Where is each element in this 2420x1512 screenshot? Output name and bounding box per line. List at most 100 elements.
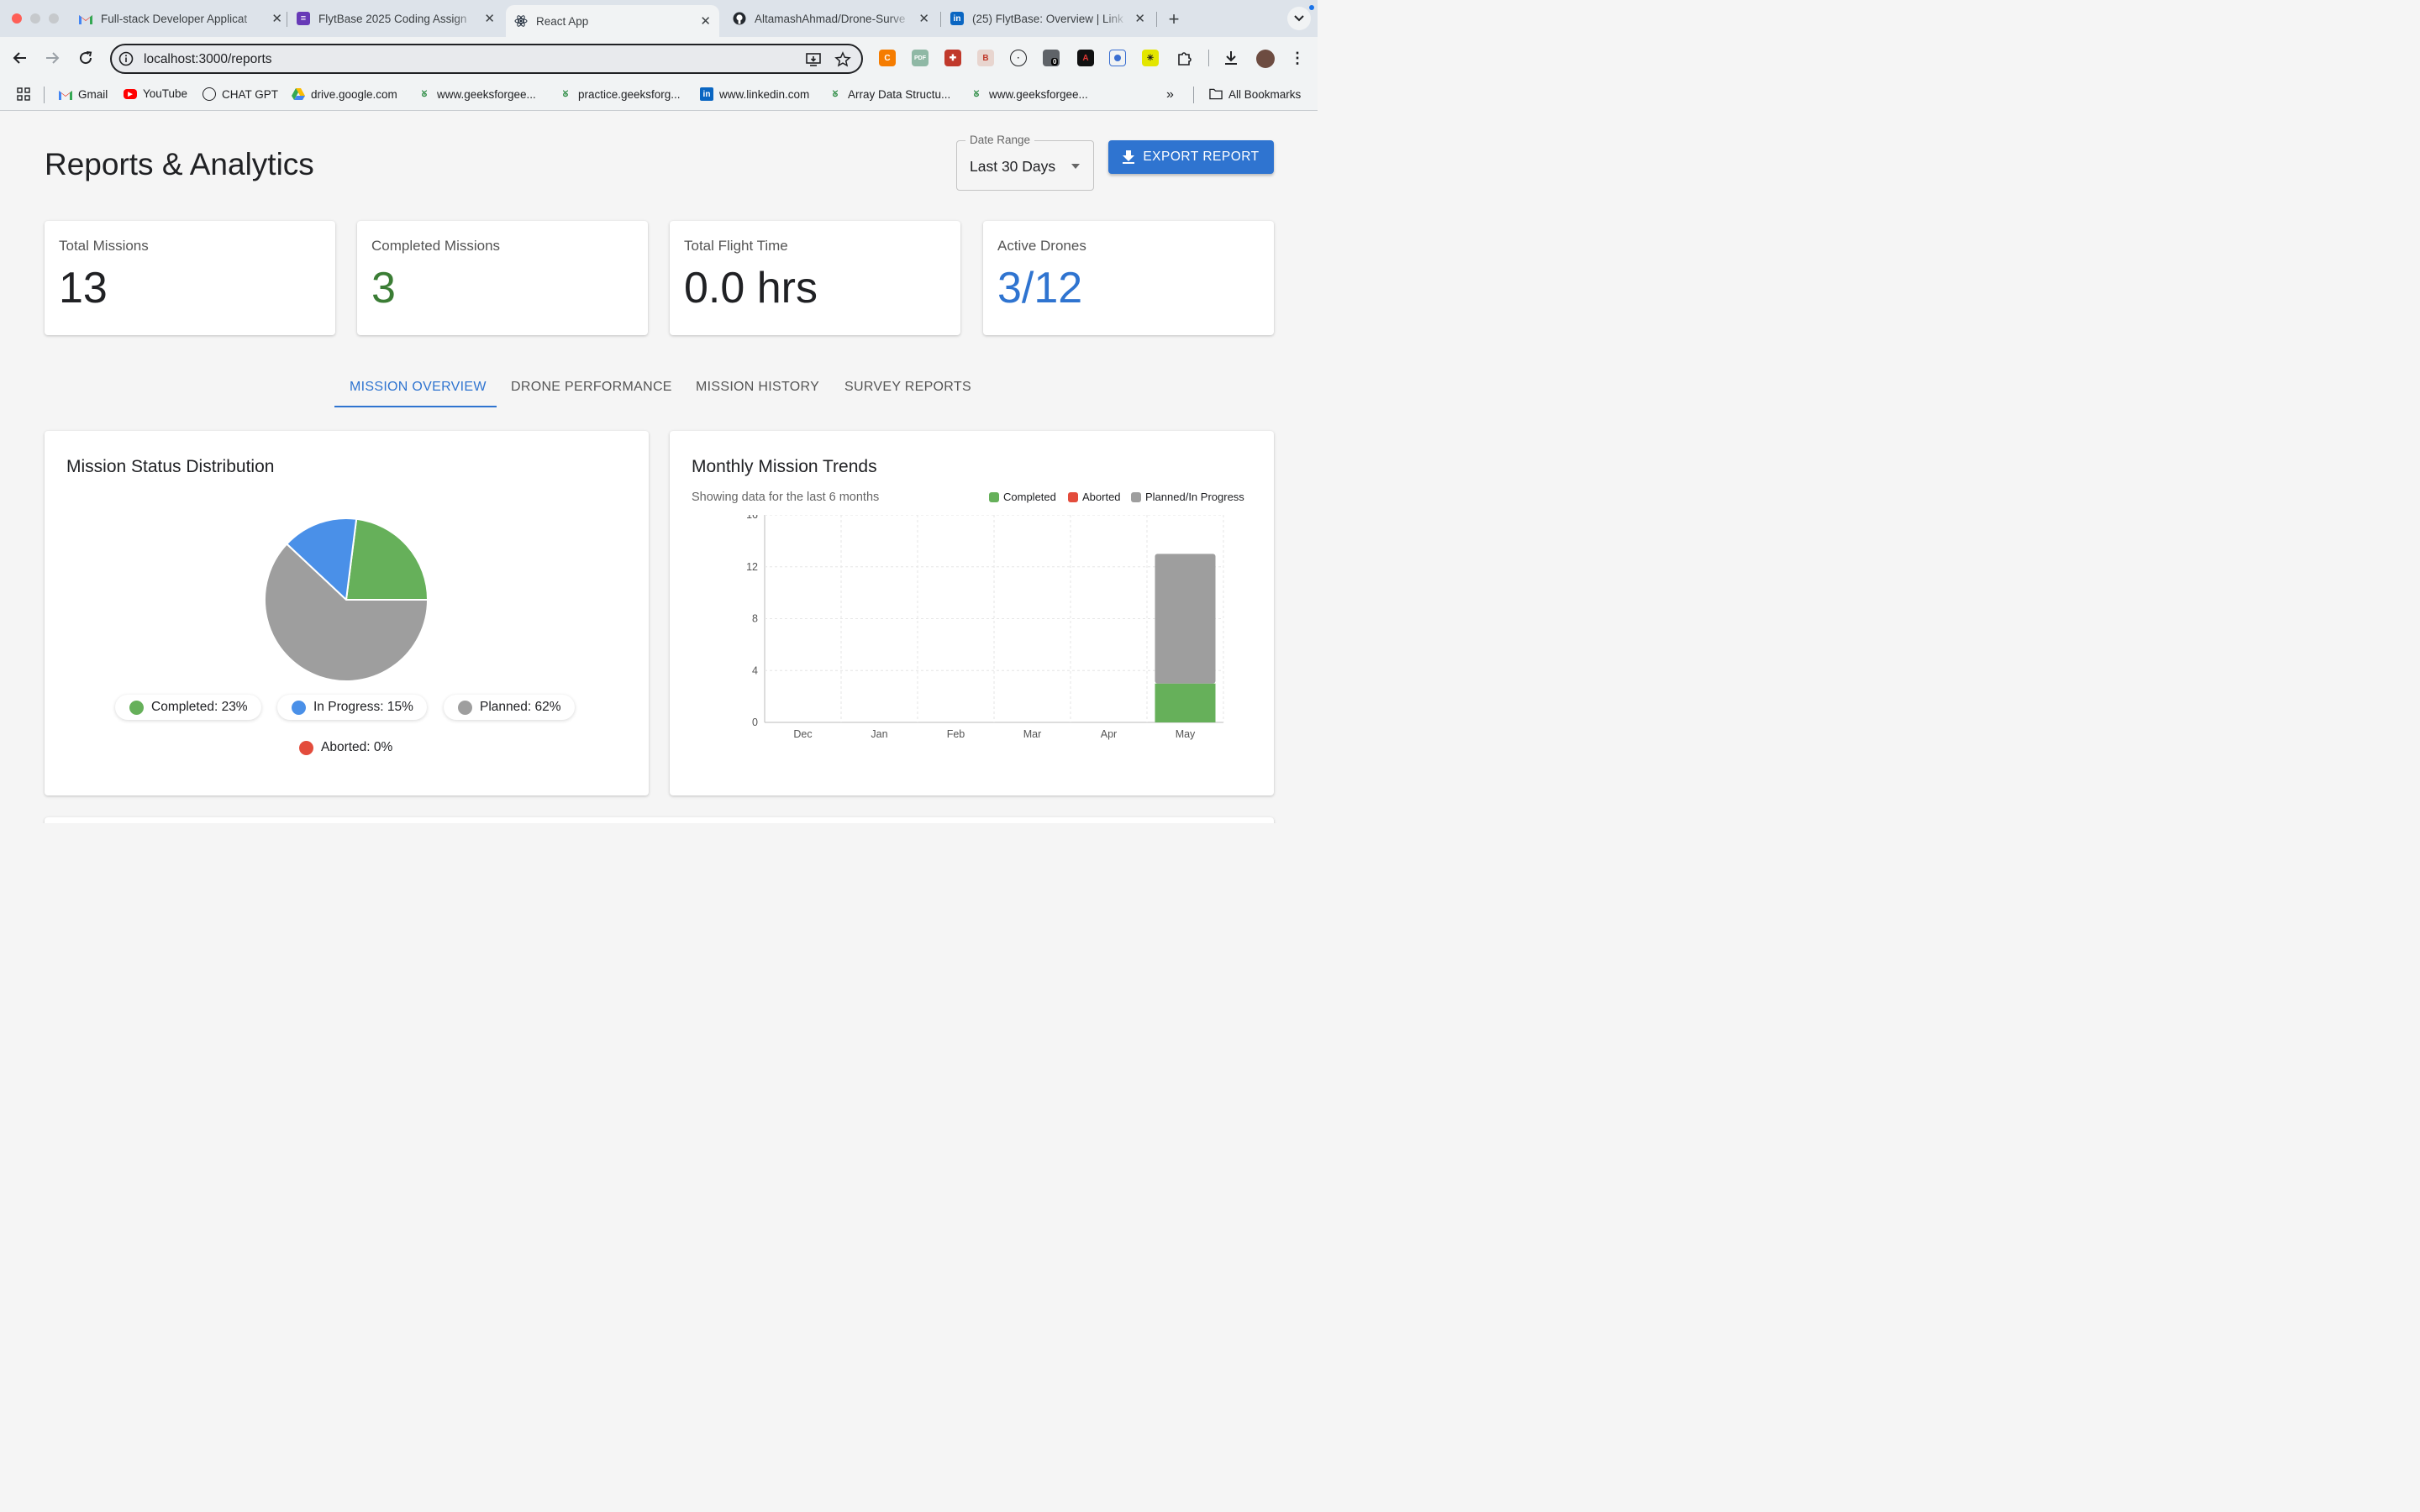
drive-icon [292,87,305,101]
browser-tab-gmail[interactable]: Full-stack Developer Applicat ✕ [71,5,291,32]
tab-mission-overview[interactable]: MISSION OVERVIEW [350,374,487,407]
page-title: Reports & Analytics [45,147,314,181]
back-button[interactable] [10,48,30,68]
stat-label: Completed Missions [371,238,501,254]
y-tick-label: 12 [746,561,758,573]
legend-item-planned: Planned/In Progress [1131,491,1244,503]
stat-label: Active Drones [997,238,1086,254]
url-text: localhost:3000/reports [144,52,272,66]
browser-toolbar: localhost:3000/reports C PDF ✚ B · 0 A ✳… [0,37,1318,79]
downloads-icon[interactable] [1223,50,1239,66]
stat-card-active-drones: Active Drones 3/12 [983,221,1274,335]
date-range-label: Date Range [965,134,1035,146]
legend-dot [458,700,472,715]
extension-asterisk-icon[interactable]: ✳ [1142,50,1159,66]
extension-adobe-icon[interactable]: A [1077,50,1094,66]
extension-b-icon[interactable]: B [977,50,994,66]
folder-icon [1209,87,1223,101]
bookmark-youtube[interactable]: ▶ YouTube [124,87,187,100]
react-icon [514,14,528,28]
tab-search-button[interactable] [1287,7,1311,30]
profile-avatar[interactable] [1256,50,1275,68]
panel-title: Monthly Mission Trends [692,457,877,476]
legend-chip-aborted: Aborted: 0% [285,735,407,760]
monthly-trends-panel: Monthly Mission Trends Showing data for … [670,431,1274,795]
x-tick-label: Feb [947,728,965,740]
gmail-icon [79,12,92,25]
browser-tab-github[interactable]: AltamashAhmad/Drone-Surve ✕ [724,5,938,32]
extension-circle-icon[interactable]: · [1010,50,1027,66]
y-tick-label: 4 [752,664,758,676]
extensions-puzzle-icon[interactable] [1176,50,1193,66]
bookmark-gmail[interactable]: Gmail [59,87,108,101]
bookmark-array-ds[interactable]: ᘜ Array Data Structu... [829,87,951,101]
export-report-button[interactable]: EXPORT REPORT [1108,140,1274,174]
extension-shield-icon[interactable]: 0 [1043,50,1060,66]
browser-tab-forms[interactable]: ≡ FlytBase 2025 Coding Assign ✕ [288,5,503,32]
linkedin-icon: in [700,87,713,101]
address-bar[interactable]: localhost:3000/reports [110,44,863,74]
legend-dot [292,700,306,715]
browser-tab-linkedin[interactable]: in (25) FlytBase: Overview | Link ✕ [942,5,1154,32]
gfg-icon: ᘜ [832,89,839,99]
x-tick-label: Dec [793,728,812,740]
bookmark-chatgpt[interactable]: CHAT GPT [203,87,278,101]
bar-completed-may [1155,683,1216,722]
new-tab-button[interactable]: + [1165,8,1183,30]
stat-value: 3/12 [997,264,1083,312]
x-tick-label: May [1176,728,1196,740]
bookmark-gfg-1[interactable]: ᘜ www.geeksforgee... [418,87,536,101]
tab-survey-reports[interactable]: SURVEY REPORTS [844,374,971,407]
legend-item-completed: Completed [989,491,1056,503]
x-tick-label: Apr [1101,728,1117,740]
all-bookmarks-button[interactable]: All Bookmarks [1209,87,1301,101]
y-tick-label: 16 [746,515,758,521]
forward-button[interactable] [42,48,62,68]
tab-mission-history[interactable]: MISSION HISTORY [696,374,819,407]
legend-chip-completed: Completed: 23% [115,695,261,720]
bookmark-gfg-practice[interactable]: ᘜ practice.geeksforg... [559,87,681,101]
stat-card-total-missions: Total Missions 13 [45,221,335,335]
kebab-menu-icon[interactable]: ⋮ [1289,50,1306,66]
notification-dot [1309,5,1314,10]
legend-chip-in-progress: In Progress: 15% [277,695,427,720]
tab-close-icon[interactable]: ✕ [271,11,282,26]
browser-tab-strip: Full-stack Developer Applicat ✕ ≡ FlytBa… [0,0,1318,37]
pdf-extension-icon[interactable]: PDF [912,50,929,66]
apps-grid-icon[interactable] [17,87,30,101]
tab-close-icon[interactable]: ✕ [484,11,495,26]
legend-chip-planned: Planned: 62% [444,695,575,720]
window-close-button[interactable] [12,13,22,24]
active-tab-indicator [334,406,497,407]
bookmark-star-icon[interactable] [834,51,851,68]
tab-drone-performance[interactable]: DRONE PERFORMANCE [511,374,672,407]
window-minimize-button[interactable] [30,13,40,24]
mission-status-panel: Mission Status Distribution Completed: 2… [45,431,649,795]
extension-puzzle-red-icon[interactable]: ✚ [944,50,961,66]
browser-tab-react-app[interactable]: React App ✕ [506,5,719,37]
install-app-icon[interactable] [805,51,822,68]
reload-button[interactable] [76,48,96,68]
arrow-left-icon [13,52,26,64]
date-range-select[interactable]: Date Range Last 30 Days [956,134,1094,191]
bookmark-drive[interactable]: drive.google.com [292,87,397,101]
extension-c-icon[interactable]: C [879,50,896,66]
bookmark-linkedin[interactable]: in www.linkedin.com [700,87,809,101]
youtube-icon: ▶ [124,88,137,99]
legend-swatch [1068,491,1078,502]
more-bookmarks-chevron-icon[interactable]: » [1166,87,1174,102]
tab-close-icon[interactable]: ✕ [700,13,711,29]
site-info-icon[interactable] [118,51,134,66]
bookmark-gfg-2[interactable]: ᘜ www.geeksforgee... [970,87,1088,101]
stat-card-completed-missions: Completed Missions 3 [357,221,648,335]
tab-close-icon[interactable]: ✕ [1134,11,1145,26]
openai-icon [203,87,216,101]
stat-label: Total Flight Time [684,238,788,254]
extension-record-icon[interactable] [1109,50,1126,66]
panel-subtitle: Showing data for the last 6 months [692,491,880,504]
panel-title: Mission Status Distribution [66,457,275,476]
tab-close-icon[interactable]: ✕ [918,11,929,26]
window-zoom-button[interactable] [49,13,59,24]
legend-swatch [989,491,999,502]
stat-value: 13 [59,264,108,312]
